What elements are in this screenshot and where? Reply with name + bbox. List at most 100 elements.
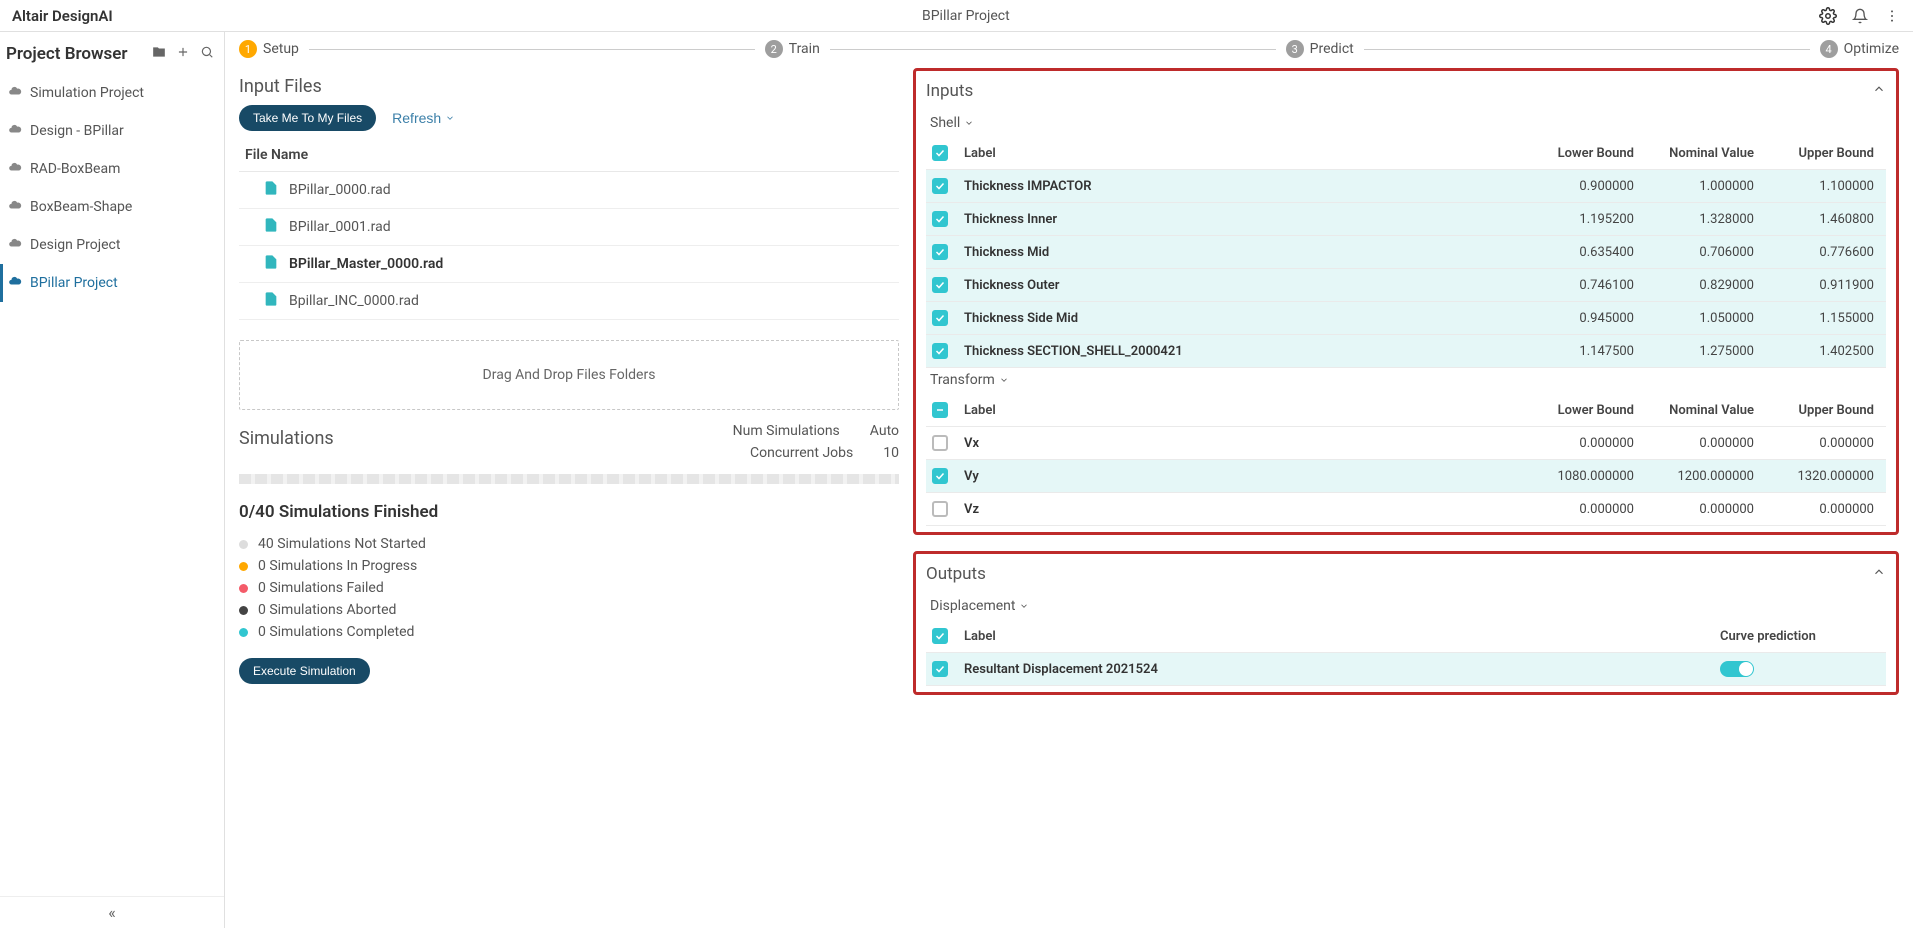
row-label: Thickness SECTION_SHELL_2000421: [964, 344, 1520, 359]
row-nominal: 1.000000: [1640, 179, 1760, 194]
row-nominal: 0.829000: [1640, 278, 1760, 293]
row-label: Vx: [964, 436, 1520, 451]
output-row[interactable]: Resultant Displacement 2021524: [926, 653, 1886, 686]
outputs-title: Outputs: [926, 564, 986, 584]
chevron-up-icon[interactable]: [1872, 82, 1886, 100]
row-checkbox[interactable]: [932, 310, 948, 326]
row-upper: 0.776600: [1760, 245, 1880, 260]
col-label: Label: [964, 403, 1520, 418]
select-all-checkbox[interactable]: [932, 402, 948, 418]
row-label: Thickness IMPACTOR: [964, 179, 1520, 194]
more-icon[interactable]: [1883, 7, 1901, 25]
col-lower: Lower Bound: [1520, 146, 1640, 161]
row-upper: 1.460800: [1760, 212, 1880, 227]
sidebar-item[interactable]: BoxBeam-Shape: [0, 188, 224, 226]
col-upper: Upper Bound: [1760, 146, 1880, 161]
execute-simulation-button[interactable]: Execute Simulation: [239, 658, 370, 684]
legend-dot: [239, 562, 248, 571]
sidebar-collapse-icon[interactable]: «: [0, 896, 224, 928]
outputs-select-all-checkbox[interactable]: [932, 628, 948, 644]
app-brand: Altair DesignAI: [12, 7, 113, 25]
row-upper: 1.402500: [1760, 344, 1880, 359]
row-checkbox[interactable]: [932, 468, 948, 484]
step-label: Optimize: [1844, 41, 1899, 57]
sidebar-item-label: BPillar Project: [30, 275, 118, 291]
row-checkbox[interactable]: [932, 211, 948, 227]
group-label[interactable]: Transform: [930, 372, 1886, 388]
row-label: Thickness Side Mid: [964, 311, 1520, 326]
project-title: BPillar Project: [113, 8, 1819, 24]
num-sim-value: Auto: [870, 423, 899, 439]
file-row[interactable]: BPillar_0001.rad: [239, 209, 899, 246]
inputs-panel: Inputs Shell LabelLower BoundNominal Val…: [913, 68, 1899, 535]
legend-item: 0 Simulations Aborted: [239, 602, 899, 618]
take-me-to-files-button[interactable]: Take Me To My Files: [239, 105, 376, 131]
row-checkbox[interactable]: [932, 277, 948, 293]
legend-item: 0 Simulations Failed: [239, 580, 899, 596]
gear-icon[interactable]: [1819, 7, 1837, 25]
row-checkbox[interactable]: [932, 343, 948, 359]
row-checkbox[interactable]: [932, 244, 948, 260]
input-row[interactable]: Thickness SECTION_SHELL_20004211.1475001…: [926, 335, 1886, 368]
sidebar-item[interactable]: Design - BPillar: [0, 112, 224, 150]
legend-dot: [239, 628, 248, 637]
row-checkbox[interactable]: [932, 661, 948, 677]
input-row[interactable]: Thickness IMPACTOR0.9000001.0000001.1000…: [926, 170, 1886, 203]
dropzone[interactable]: Drag And Drop Files Folders: [239, 340, 899, 410]
input-row[interactable]: Thickness Mid0.6354000.7060000.776600: [926, 236, 1886, 269]
row-upper: 0.911900: [1760, 278, 1880, 293]
file-name: BPillar_Master_0000.rad: [289, 256, 443, 272]
select-all-checkbox[interactable]: [932, 145, 948, 161]
col-nominal: Nominal Value: [1640, 403, 1760, 418]
legend-item: 40 Simulations Not Started: [239, 536, 899, 552]
concurrent-label: Concurrent Jobs: [639, 445, 853, 461]
col-upper: Upper Bound: [1760, 403, 1880, 418]
input-row[interactable]: Vy1080.0000001200.0000001320.000000: [926, 460, 1886, 493]
step-train[interactable]: 2Train: [765, 40, 820, 58]
row-lower: 0.635400: [1520, 245, 1640, 260]
sidebar-item[interactable]: Simulation Project: [0, 74, 224, 112]
sidebar-item[interactable]: RAD-BoxBeam: [0, 150, 224, 188]
step-number: 1: [239, 40, 257, 58]
file-row[interactable]: Bpillar_INC_0000.rad: [239, 283, 899, 320]
legend-item: 0 Simulations Completed: [239, 624, 899, 640]
curve-toggle[interactable]: [1720, 661, 1754, 677]
row-checkbox[interactable]: [932, 501, 948, 517]
file-row[interactable]: BPillar_Master_0000.rad: [239, 246, 899, 283]
step-optimize[interactable]: 4Optimize: [1820, 40, 1899, 58]
group-label[interactable]: Shell: [930, 115, 1886, 131]
input-row[interactable]: Thickness Side Mid0.9450001.0500001.1550…: [926, 302, 1886, 335]
row-checkbox[interactable]: [932, 435, 948, 451]
row-lower: 1.195200: [1520, 212, 1640, 227]
row-lower: 1080.000000: [1520, 469, 1640, 484]
legend-text: 40 Simulations Not Started: [258, 536, 426, 552]
file-name: BPillar_0001.rad: [289, 219, 391, 235]
file-name: BPillar_0000.rad: [289, 182, 391, 198]
input-row[interactable]: Vz0.0000000.0000000.000000: [926, 493, 1886, 526]
legend-text: 0 Simulations In Progress: [258, 558, 417, 574]
file-row[interactable]: BPillar_0000.rad: [239, 172, 899, 209]
col-nominal: Nominal Value: [1640, 146, 1760, 161]
bell-icon[interactable]: [1851, 7, 1869, 25]
row-lower: 0.945000: [1520, 311, 1640, 326]
row-nominal: 1.328000: [1640, 212, 1760, 227]
row-nominal: 0.000000: [1640, 502, 1760, 517]
plus-icon[interactable]: [176, 45, 190, 63]
input-row[interactable]: Thickness Outer0.7461000.8290000.911900: [926, 269, 1886, 302]
search-icon[interactable]: [200, 45, 214, 63]
row-checkbox[interactable]: [932, 178, 948, 194]
sim-status: 0/40 Simulations Finished: [239, 502, 899, 522]
sidebar-item[interactable]: Design Project: [0, 226, 224, 264]
step-number: 2: [765, 40, 783, 58]
step-predict[interactable]: 3Predict: [1286, 40, 1354, 58]
chevron-up-icon[interactable]: [1872, 565, 1886, 583]
input-row[interactable]: Thickness Inner1.1952001.3280001.460800: [926, 203, 1886, 236]
file-name: Bpillar_INC_0000.rad: [289, 293, 419, 309]
outputs-group-label[interactable]: Displacement: [930, 598, 1886, 614]
outputs-panel: Outputs Displacement Label Curve predict…: [913, 551, 1899, 695]
sidebar-item[interactable]: BPillar Project: [0, 264, 224, 302]
input-row[interactable]: Vx0.0000000.0000000.000000: [926, 427, 1886, 460]
refresh-button[interactable]: Refresh: [392, 110, 455, 126]
step-setup[interactable]: 1Setup: [239, 40, 299, 58]
folder-add-icon[interactable]: [152, 45, 166, 63]
